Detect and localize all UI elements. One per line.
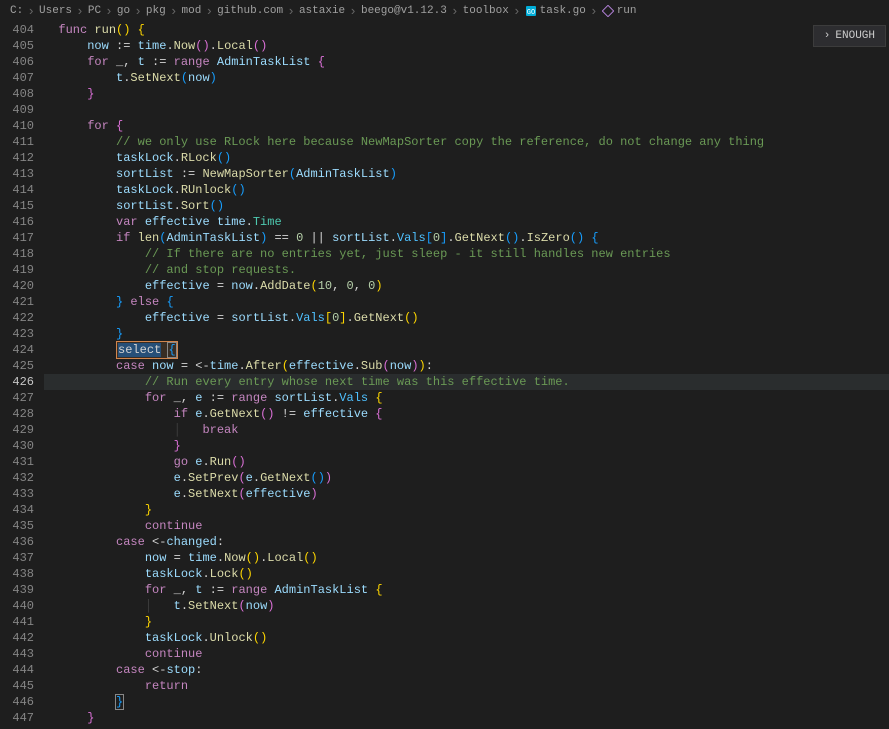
chevron-right-icon: ›: [451, 4, 459, 19]
chevron-right-icon: ›: [513, 4, 521, 19]
chevron-right-icon: ›: [170, 4, 178, 19]
breadcrumb-item[interactable]: GOtask.go: [525, 5, 586, 17]
chevron-right-icon: ›: [287, 4, 295, 19]
breadcrumb[interactable]: C:› Users› PC› go› pkg› mod› github.com›…: [0, 0, 889, 22]
line-number-gutter: 4044054064074084094104114124134144154164…: [0, 22, 44, 729]
breadcrumb-item[interactable]: run: [602, 5, 637, 17]
breadcrumb-item[interactable]: C:: [10, 5, 23, 17]
breadcrumb-item[interactable]: go: [117, 5, 130, 17]
chevron-right-icon: ›: [205, 4, 213, 19]
breadcrumb-item[interactable]: pkg: [146, 5, 166, 17]
chevron-right-icon: ›: [105, 4, 113, 19]
chevron-right-icon: ›: [349, 4, 357, 19]
breadcrumb-item[interactable]: beego@v1.12.3: [361, 5, 447, 17]
chevron-right-icon: ›: [134, 4, 142, 19]
breadcrumb-item[interactable]: PC: [88, 5, 101, 17]
breadcrumb-item[interactable]: github.com: [217, 5, 283, 17]
code-editor[interactable]: 4044054064074084094104114124134144154164…: [0, 22, 889, 729]
code-content[interactable]: func run() { now := time.Now().Local() f…: [44, 22, 889, 729]
chevron-right-icon: ›: [76, 4, 84, 19]
go-file-icon: GO: [525, 5, 537, 17]
breadcrumb-item[interactable]: Users: [39, 5, 72, 17]
function-icon: [602, 5, 614, 17]
chevron-right-icon: ›: [590, 4, 598, 19]
breadcrumb-item[interactable]: toolbox: [463, 5, 509, 17]
breadcrumb-item[interactable]: mod: [182, 5, 202, 17]
breadcrumb-item[interactable]: astaxie: [299, 5, 345, 17]
chevron-right-icon: ›: [27, 4, 35, 19]
svg-text:GO: GO: [526, 9, 534, 17]
